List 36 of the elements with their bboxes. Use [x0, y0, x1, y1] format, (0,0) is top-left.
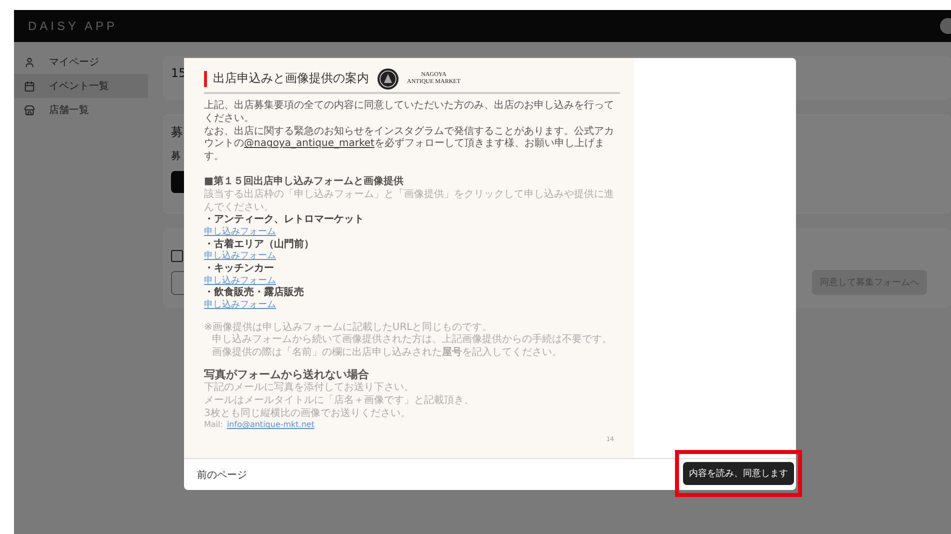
checkbox[interactable] [171, 250, 183, 262]
intro-paragraph: 上記、出店募集要項の全ての内容に同意していただいた方のみ、出店のお申し込みを行ってください。 [204, 100, 615, 126]
sidebar-item[interactable]: イベント一覧 [14, 74, 148, 98]
photo-instruction: 下記のメールに写真を添付してお送り下さい。 [204, 382, 415, 394]
category-name: ・飲食販売・露店販売 [204, 287, 305, 300]
mail-label: Mail: [204, 420, 223, 431]
photo-heading: 写真がフォームから送れない場合 [204, 368, 370, 382]
calendar-icon [24, 80, 35, 92]
section-heading: ■第１５回出店申し込みフォームと画像提供 [204, 176, 404, 188]
form-link[interactable]: 申し込みフォーム [204, 251, 620, 263]
section-description: 該当する出店枠の「申し込みフォーム」と「画像提供」をクリックして申し込みや提供に進んでください。 [204, 188, 615, 214]
category-name: ・キッチンカー [204, 263, 275, 276]
form-link[interactable]: 申し込みフォーム [204, 300, 620, 312]
app-title: DAISY APP [28, 19, 118, 33]
previous-page-link[interactable]: 前のページ [197, 468, 247, 482]
section-heading: 募 [171, 124, 183, 141]
form-link[interactable]: 申し込みフォーム [204, 227, 620, 239]
note-text: 申し込みフォームから続いて画像提供された方は、上記画像提供からの手続は不要です。 [211, 334, 613, 346]
account-link[interactable]: @nagoya_antique_market [244, 138, 374, 150]
logo-icon [377, 68, 399, 90]
store-icon [24, 104, 35, 116]
person-icon [24, 56, 35, 68]
photo-instruction: 3枚とも同じ縦横比の画像でお送りください。 [204, 408, 412, 420]
mail-link[interactable]: info@antique-mkt.net [226, 420, 314, 431]
note-text: ※画像提供は申し込みフォームに記載したURLと同じものです。 [204, 322, 494, 334]
category-name: ・古着エリア（山門前） [204, 238, 315, 250]
sidebar-item[interactable]: マイページ [14, 50, 148, 74]
note-text: 画像提供の際は「名前」の欄に出店申し込みされた屋号を記入してください。 [211, 347, 563, 360]
field-label: 募 [171, 150, 181, 163]
photo-instruction: メールはメールタイトルに「店名＋画像です」と記載頂き、 [204, 394, 475, 408]
sidebar-item[interactable]: 店舗一覧 [14, 98, 148, 122]
category-name: ・アンティーク、レトロマーケット [204, 214, 365, 226]
form-link[interactable]: 申し込みフォーム [204, 276, 620, 288]
document-title: 出店申込みと画像提供の案内 [204, 71, 369, 87]
intro-paragraph: なお、出店に関する緊急のお知らせをインスタグラムで発信することがあります。公式アカウントの@nagoya_antique_marketを必ずフォローして頂きます様、お願い申し上げます。 [204, 126, 615, 164]
agree-button[interactable]: 内容を読み、同意します [683, 462, 794, 485]
